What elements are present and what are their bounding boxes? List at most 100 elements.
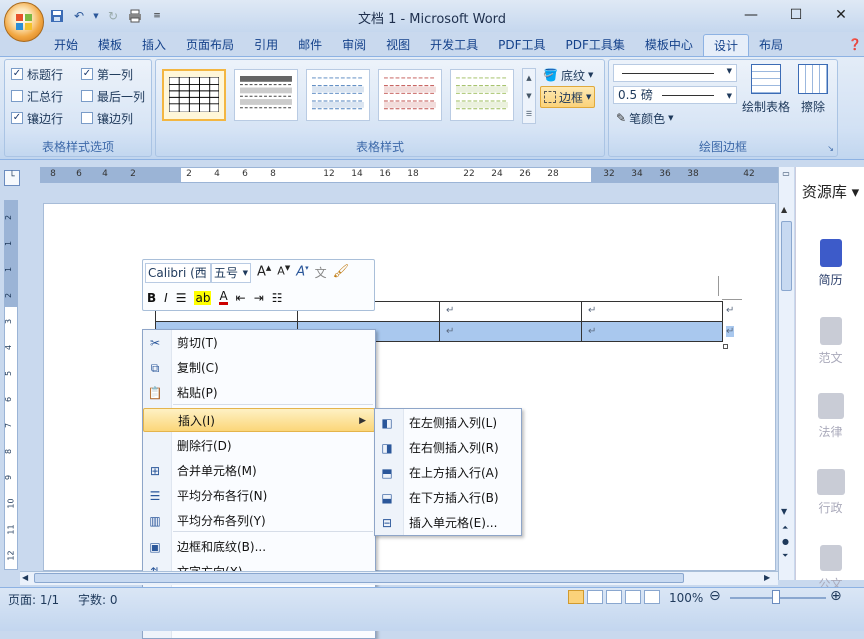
close-button[interactable]: ✕ (820, 0, 862, 30)
grow-font-icon[interactable]: A▲ (257, 264, 271, 281)
horizontal-ruler[interactable]: 8 6 4 2 2 4 6 8 12 14 16 18 22 24 26 28 32 34 36 38 42 (40, 167, 778, 183)
tab-8[interactable]: 开发工具 (420, 34, 488, 56)
previous-page-icon[interactable]: ⏶ (782, 523, 788, 533)
highlight-icon[interactable]: ab (194, 290, 212, 305)
full-screen-reading-icon[interactable] (587, 590, 603, 604)
checkbox-4[interactable]: ✓ 镶边行 (11, 108, 63, 128)
borders-button[interactable]: 边框 ▼ (540, 86, 596, 108)
checkbox-0[interactable]: ✓ 标题行 (11, 64, 63, 84)
tab-3[interactable]: 页面布局 (176, 34, 244, 56)
sidebar-item-official[interactable]: 公文 (796, 545, 864, 592)
context-menu-item[interactable]: ▥ 平均分布各列(Y) (143, 509, 375, 533)
context-menu-item[interactable]: ⧉ 复制(C) (143, 356, 375, 380)
checkbox-box[interactable] (11, 90, 23, 102)
bullets-icon[interactable]: ☷ (272, 291, 283, 305)
shading-button[interactable]: 🪣 底纹 ▼ (540, 64, 596, 86)
scroll-down-icon[interactable]: ▼ (781, 507, 787, 516)
format-painter-icon[interactable]: 🖌 (333, 264, 350, 281)
tab-4[interactable]: 引用 (244, 34, 288, 56)
ruler-toggle-icon[interactable]: ▭ (780, 169, 792, 181)
sidebar-item-resume[interactable]: 简历 (796, 239, 864, 288)
next-page-icon[interactable]: ⏷ (782, 551, 788, 561)
tab-0[interactable]: 开始 (44, 34, 88, 56)
table-resize-handle[interactable] (723, 344, 728, 349)
table-style-4[interactable] (378, 69, 442, 121)
checkbox-box[interactable]: ✓ (11, 68, 23, 80)
tab-9[interactable]: PDF工具 (488, 34, 555, 56)
insert-submenu-item[interactable]: ◧ 在左侧插入列(L) (375, 411, 521, 435)
office-button[interactable] (4, 2, 44, 42)
vertical-ruler[interactable]: 2 1 1 2 3 4 5 6 7 8 9 10 11 12 (4, 200, 18, 570)
context-menu-item[interactable]: ✂ 剪切(T) (143, 331, 375, 355)
pen-weight-select[interactable]: 0.5 磅 ▼ (613, 86, 737, 104)
font-color-icon[interactable]: A (219, 290, 228, 305)
checkbox-1[interactable]: ✓ 第一列 (81, 64, 133, 84)
zoom-level[interactable]: 100% (669, 591, 703, 605)
increase-indent-icon[interactable]: ⇥ (254, 291, 264, 305)
scroll-right-icon[interactable]: ▶ (764, 573, 770, 582)
styles-scroll[interactable]: ▲ ▼ ☰ (522, 68, 536, 124)
sidebar-title[interactable]: 资源库 ▾ (796, 181, 864, 202)
tab-13[interactable]: 布局 (749, 34, 793, 56)
decrease-indent-icon[interactable]: ⇤ (236, 291, 246, 305)
draft-view-icon[interactable] (644, 590, 660, 604)
table-style-1[interactable] (162, 69, 226, 121)
table-cell[interactable] (581, 301, 723, 322)
maximize-button[interactable]: ☐ (775, 0, 817, 30)
checkbox-5[interactable]: 镶边列 (81, 108, 133, 128)
checkbox-2[interactable]: 汇总行 (11, 86, 63, 106)
tab-1[interactable]: 模板 (88, 34, 132, 56)
word-count[interactable]: 字数: 0 (78, 591, 118, 608)
eraser-button[interactable]: 擦除 (793, 64, 833, 115)
phonetic-guide-icon[interactable]: 文 (315, 264, 327, 281)
print-layout-icon[interactable] (568, 590, 584, 604)
insert-submenu-item[interactable]: ⬓ 在下方插入行(B) (375, 486, 521, 510)
tab-2[interactable]: 插入 (132, 34, 176, 56)
table-cell[interactable] (439, 301, 582, 322)
scroll-thumb[interactable] (781, 221, 792, 291)
table-style-2[interactable] (234, 69, 298, 121)
checkbox-box[interactable]: ✓ (11, 112, 23, 124)
scroll-left-icon[interactable]: ◀ (22, 573, 28, 582)
scroll-up-icon[interactable]: ▲ (781, 205, 787, 214)
checkbox-3[interactable]: 最后一列 (81, 86, 145, 106)
tab-7[interactable]: 视图 (376, 34, 420, 56)
context-menu-item[interactable]: ☰ 平均分布各行(N) (143, 484, 375, 508)
table-cell-selected[interactable] (439, 321, 582, 342)
checkbox-box[interactable] (81, 112, 93, 124)
font-size-select[interactable]: 五号 ▼ (211, 263, 251, 283)
context-menu-item[interactable]: 插入(I) ▶ (143, 408, 375, 432)
checkbox-box[interactable] (81, 90, 93, 102)
draw-table-button[interactable]: 绘制表格 (739, 64, 793, 115)
context-menu-item[interactable]: 📋 粘贴(P) (143, 381, 375, 405)
text-style-icon[interactable]: A▾ (296, 264, 308, 281)
dialog-launcher-icon[interactable]: ↘ (827, 144, 834, 153)
zoom-in-icon[interactable]: ⊕ (830, 588, 842, 604)
insert-submenu-item[interactable]: ◨ 在右侧插入列(R) (375, 436, 521, 460)
tab-6[interactable]: 审阅 (332, 34, 376, 56)
pen-style-select[interactable]: ▼ (613, 64, 737, 82)
pen-color-button[interactable]: ✎ 笔颜色 ▼ (613, 107, 676, 129)
page-count[interactable]: 页面: 1/1 (8, 591, 59, 608)
bold-icon[interactable]: B (147, 291, 156, 305)
table-cell-selected[interactable] (581, 321, 723, 342)
center-align-icon[interactable]: ☰ (176, 291, 187, 305)
table-style-5[interactable] (450, 69, 514, 121)
minimize-button[interactable]: — (730, 0, 772, 30)
tab-11[interactable]: 模板中心 (635, 34, 703, 56)
scroll-up-icon[interactable]: ▲ (523, 69, 535, 87)
sidebar-item-admin[interactable]: 行政 (796, 469, 864, 516)
zoom-slider-thumb[interactable] (772, 590, 780, 604)
insert-submenu-item[interactable]: ⊟ 插入单元格(E)... (375, 511, 521, 535)
zoom-out-icon[interactable]: ⊖ (709, 588, 721, 604)
more-styles-icon[interactable]: ☰ (523, 105, 535, 123)
vertical-scrollbar[interactable]: ▭ ▲ ▼ ⏶ ● ⏷ (778, 167, 794, 580)
font-name-select[interactable]: Calibri (西 (145, 263, 211, 283)
tab-10[interactable]: PDF工具集 (556, 34, 635, 56)
web-layout-icon[interactable] (606, 590, 622, 604)
italic-icon[interactable]: I (164, 291, 168, 305)
ruler-tab-selector[interactable]: └ (4, 170, 20, 186)
tab-12[interactable]: 设计 (702, 34, 749, 56)
outline-view-icon[interactable] (625, 590, 641, 604)
context-menu-item[interactable]: 删除行(D) (143, 434, 375, 458)
